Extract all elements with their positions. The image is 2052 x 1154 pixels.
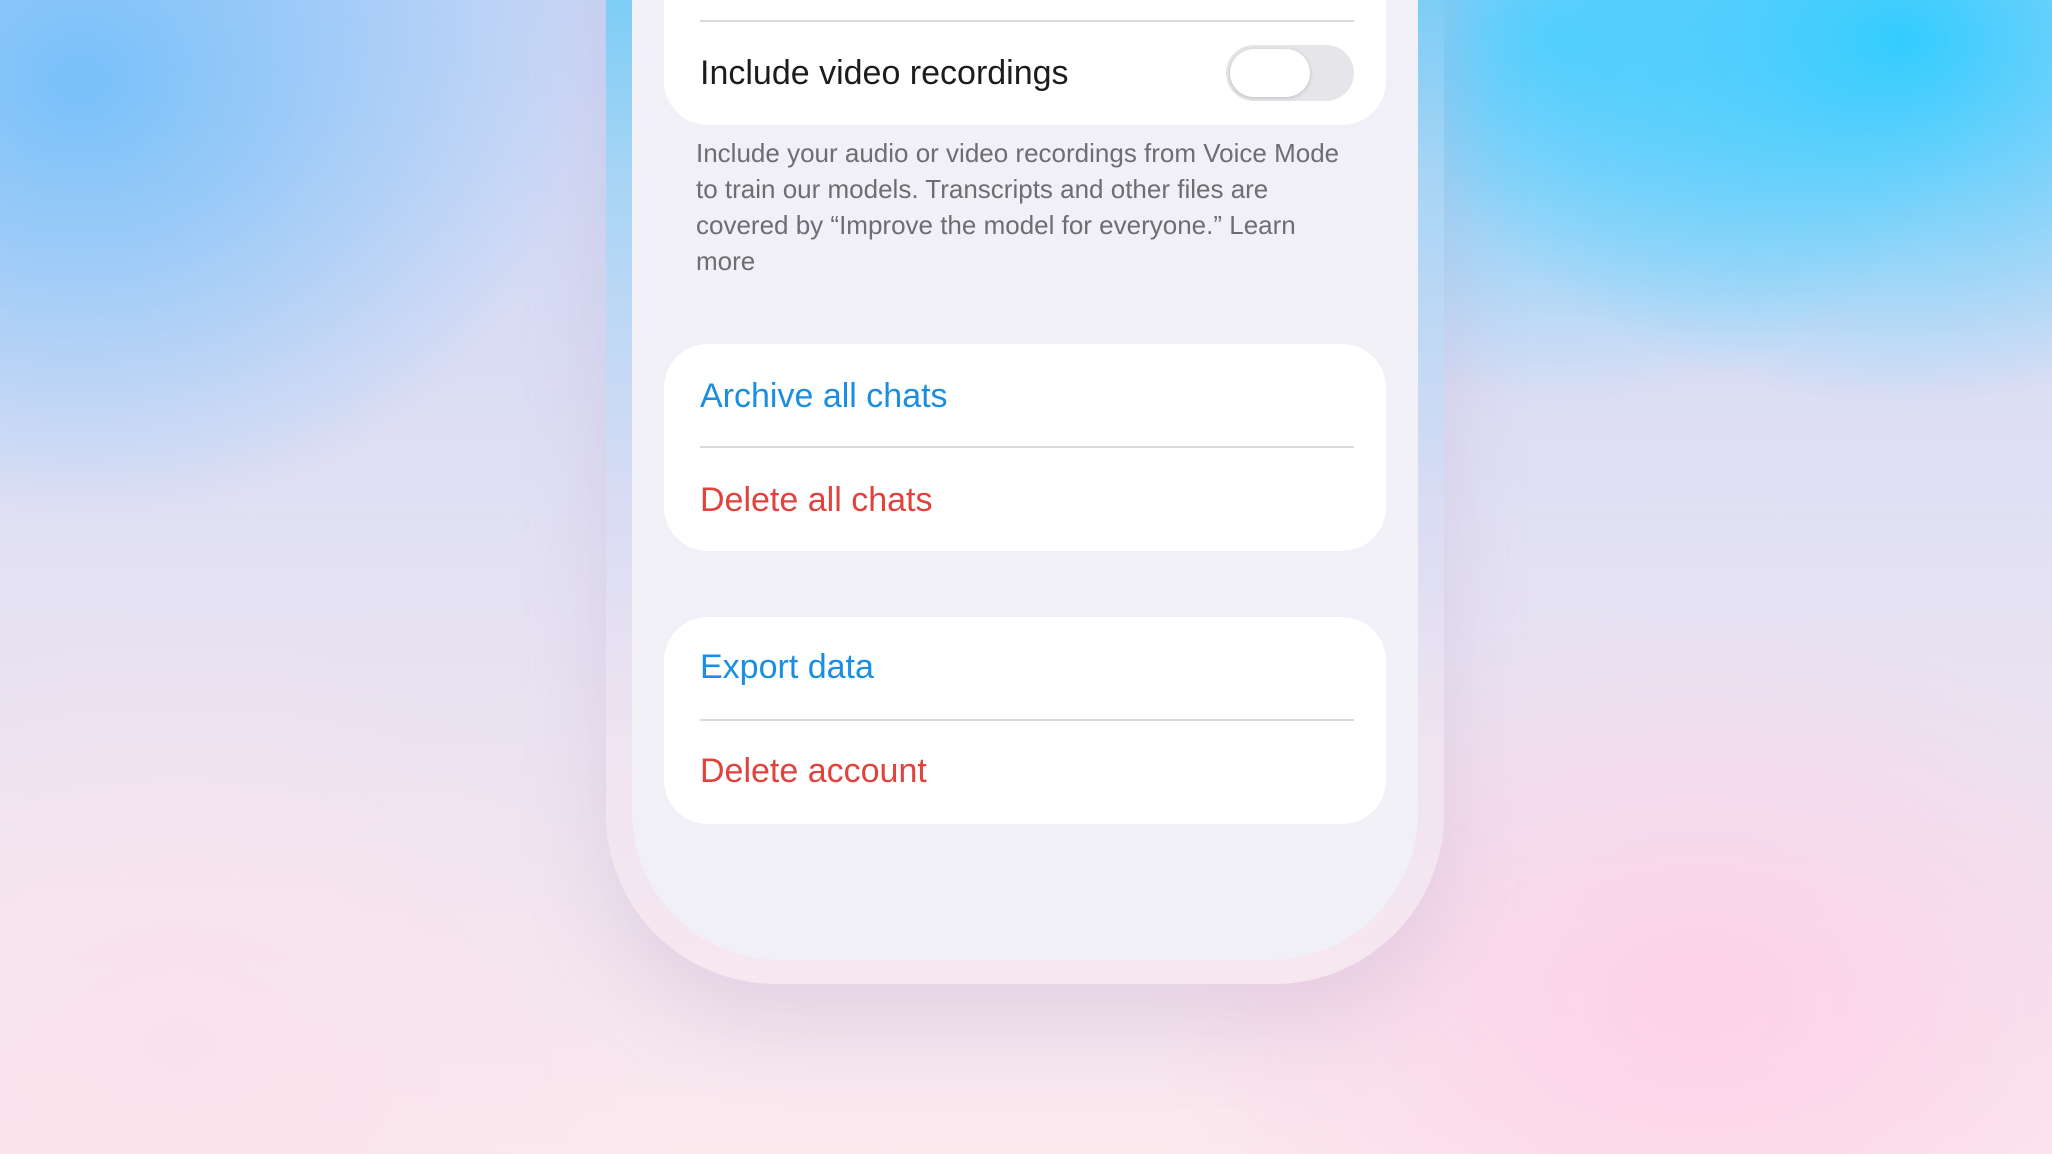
row-divider	[700, 719, 1354, 721]
include-video-recordings-toggle[interactable]	[1226, 45, 1354, 101]
toggle-knob	[1230, 49, 1310, 97]
include-video-recordings-label: Include video recordings	[700, 54, 1069, 92]
archive-all-chats-button[interactable]: Archive all chats	[700, 376, 948, 416]
export-data-button[interactable]: Export data	[700, 647, 874, 687]
recordings-settings-card: Include video recordings	[664, 0, 1386, 125]
delete-account-button[interactable]: Delete account	[700, 751, 927, 791]
row-divider	[700, 446, 1354, 448]
account-actions-card: Export data Delete account	[664, 617, 1386, 824]
delete-all-chats-button[interactable]: Delete all chats	[700, 480, 932, 520]
row-divider	[700, 20, 1354, 22]
settings-screen: Include video recordings Include your au…	[632, 0, 1418, 960]
chats-actions-card: Archive all chats Delete all chats	[664, 344, 1386, 551]
recordings-footnote: Include your audio or video recordings f…	[696, 135, 1356, 279]
